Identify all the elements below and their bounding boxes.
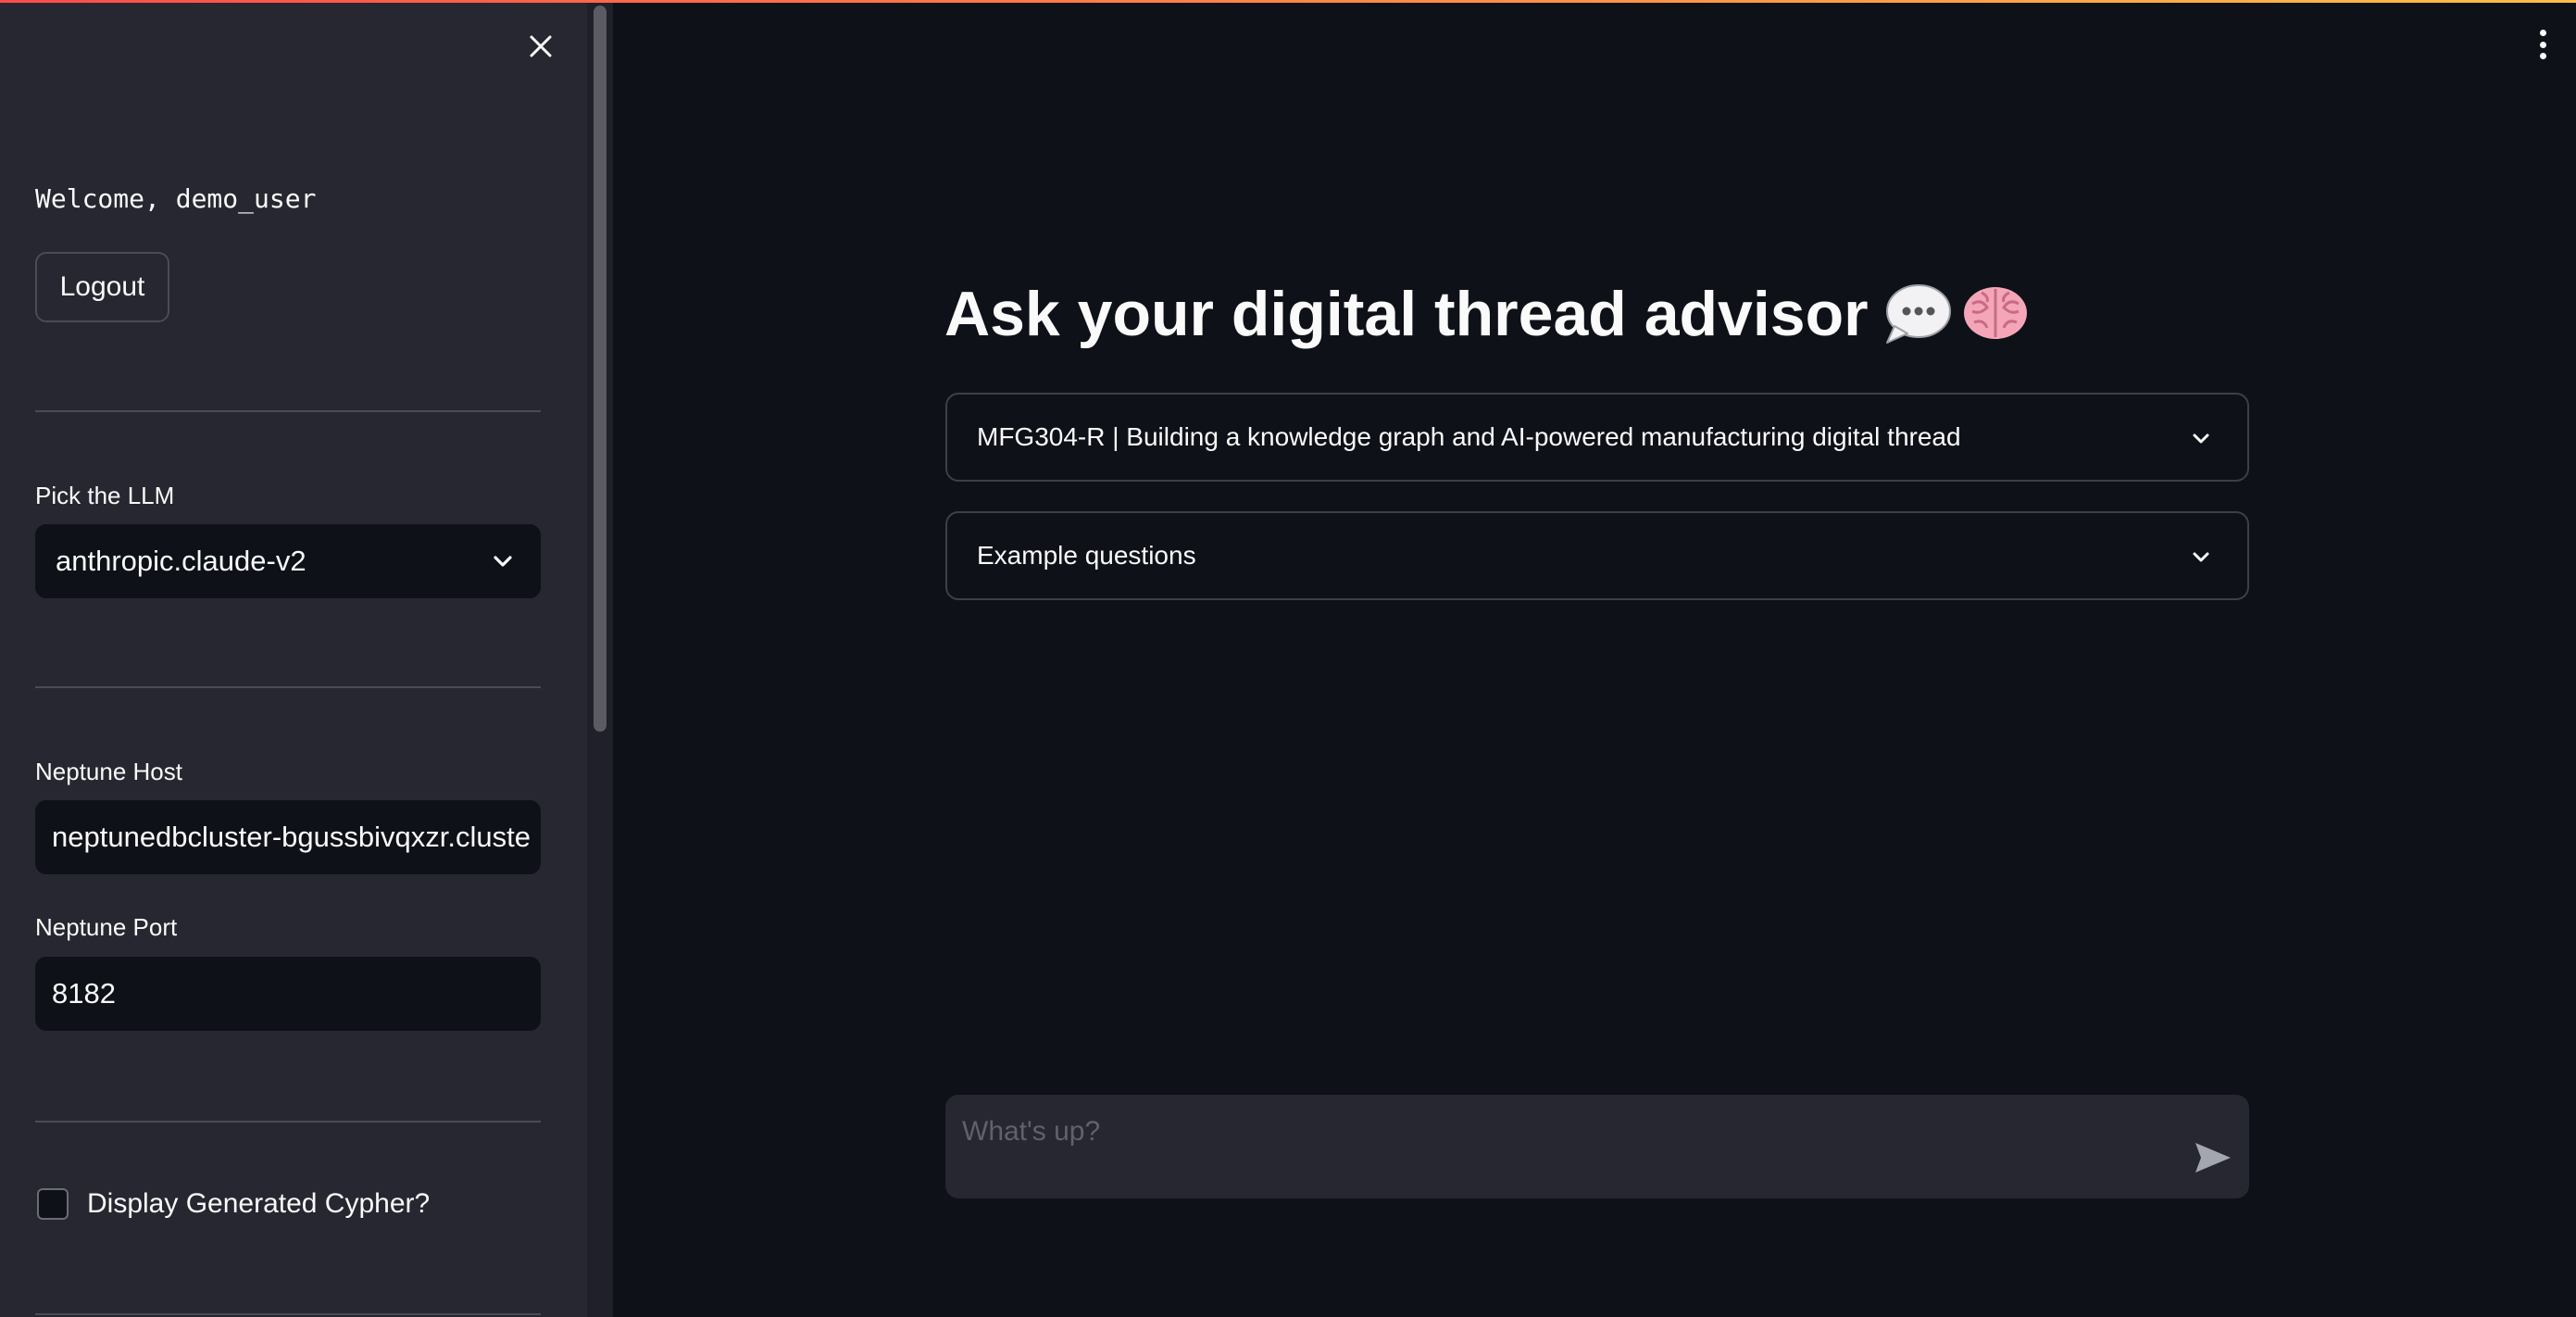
send-icon[interactable]: [2192, 1139, 2234, 1176]
chat-input-container: [945, 1095, 2249, 1198]
page-title-text: Ask your digital thread advisor: [944, 279, 1869, 349]
sidebar: Welcome, demo_user Logout Pick the LLM a…: [0, 0, 587, 1317]
neptune-host-input[interactable]: neptunedbcluster-bgussbivqxzr.cluste: [35, 800, 541, 874]
display-cypher-label: Display Generated Cypher?: [87, 1188, 431, 1219]
chat-input[interactable]: [962, 1111, 2166, 1152]
checkbox-box[interactable]: [37, 1188, 69, 1220]
llm-selected-value: anthropic.claude-v2: [56, 545, 306, 577]
kebab-dot: [2539, 53, 2546, 59]
llm-label: Pick the LLM: [35, 482, 175, 509]
page-title: Ask your digital thread advisor: [944, 278, 2032, 350]
divider: [35, 1313, 541, 1315]
speech-bubble-icon: [1885, 284, 1951, 344]
divider: [35, 410, 541, 412]
sidebar-scrollbar-thumb[interactable]: [594, 6, 606, 732]
expander-label: Example questions: [977, 541, 1196, 570]
neptune-port-input[interactable]: 8182: [35, 957, 541, 1031]
kebab-dot: [2539, 41, 2546, 48]
divider: [35, 686, 541, 688]
llm-select[interactable]: anthropic.claude-v2: [35, 524, 541, 598]
brain-icon: [1963, 287, 2027, 339]
neptune-port-label: Neptune Port: [35, 913, 178, 941]
neptune-host-label: Neptune Host: [35, 758, 182, 785]
display-cypher-checkbox[interactable]: Display Generated Cypher?: [37, 1188, 430, 1220]
divider: [35, 1121, 541, 1123]
close-icon: [530, 35, 552, 57]
close-sidebar-button[interactable]: [522, 28, 559, 65]
expander-label: MFG304-R | Building a knowledge graph an…: [977, 422, 1961, 451]
welcome-text: Welcome, demo_user: [35, 183, 317, 214]
chevron-down-icon: [494, 556, 512, 567]
chevron-down-icon: [2193, 552, 2209, 562]
kebab-dot: [2539, 30, 2546, 36]
logout-button[interactable]: Logout: [35, 252, 169, 322]
session-info-expander[interactable]: MFG304-R | Building a knowledge graph an…: [945, 393, 2249, 482]
main-menu-button[interactable]: [2530, 26, 2556, 63]
chevron-down-icon: [2193, 433, 2209, 444]
example-questions-expander[interactable]: Example questions: [945, 511, 2249, 600]
top-accent-bar: [0, 0, 2576, 3]
